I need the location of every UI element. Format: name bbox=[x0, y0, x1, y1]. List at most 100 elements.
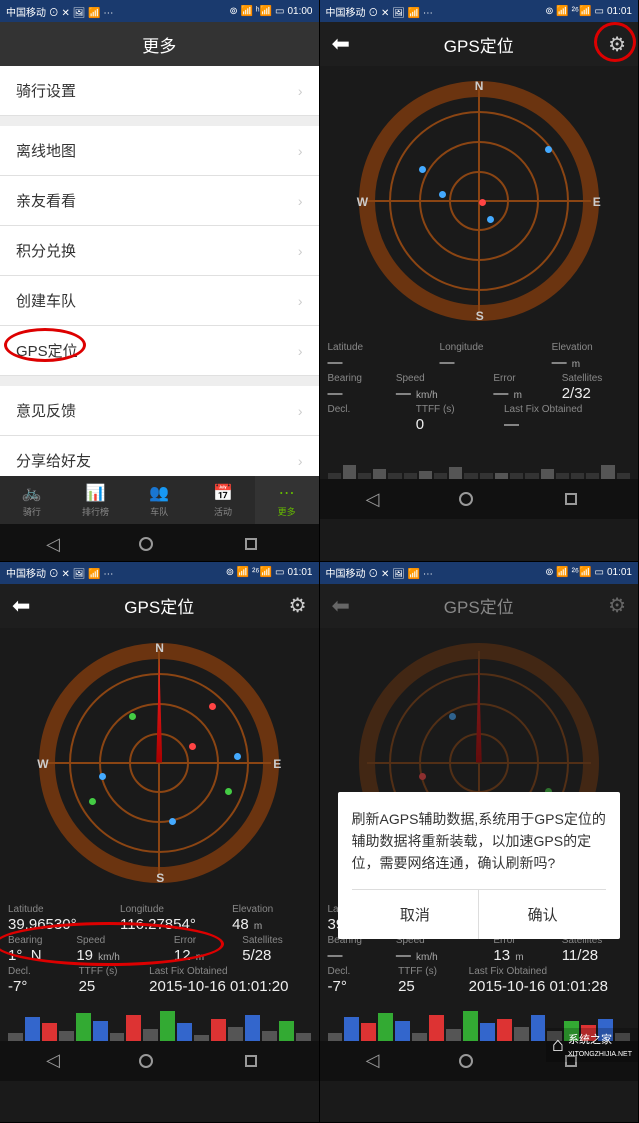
screen-gps-dialog: 中国移动 ⊙ ✕ 🖼 📶 ⋯ ⊚ 📶 ²⁶📶 ▭ 01:01 ⬅ GPS定位 ⚙… bbox=[320, 562, 639, 1123]
value-longitude: — bbox=[440, 354, 552, 371]
status-icons: ⊙ ✕ 🖼 📶 ⋯ bbox=[368, 8, 433, 19]
clock: 01:01 bbox=[607, 6, 632, 17]
value-speed: 19 bbox=[76, 947, 93, 964]
chevron-right-icon: › bbox=[298, 83, 303, 99]
nav-recent[interactable] bbox=[245, 538, 285, 550]
nav-back[interactable]: ◁ bbox=[353, 1050, 393, 1071]
dialog-text: 刷新AGPS辅助数据,系统用于GPS定位的辅助数据将重新装载，以加速GPS的定位… bbox=[352, 808, 607, 875]
tab-rank[interactable]: 📊 排行榜 bbox=[64, 476, 128, 524]
status-bar: 中国移动 ⊙ ✕ 🖼 📶 ⋯ ⊚ 📶 ²⁶📶 ▭ 01:01 bbox=[320, 562, 639, 584]
tab-team[interactable]: 👥车队 bbox=[127, 476, 191, 524]
battery-icon: ▭ bbox=[275, 567, 284, 578]
chevron-right-icon: › bbox=[298, 193, 303, 209]
tab-more[interactable]: ⋯更多 bbox=[255, 476, 319, 524]
unit: m bbox=[515, 952, 523, 963]
tab-ride[interactable]: 🚲骑行 bbox=[0, 476, 64, 524]
value-decl: -7° bbox=[328, 978, 399, 995]
compass-east: E bbox=[593, 195, 601, 209]
page-title: GPS定位 bbox=[444, 32, 514, 57]
divider bbox=[0, 116, 319, 126]
tab-events[interactable]: 📅 活动 bbox=[191, 476, 255, 524]
chevron-right-icon: › bbox=[298, 453, 303, 469]
unit: m bbox=[196, 952, 204, 963]
nav-home[interactable] bbox=[459, 492, 499, 506]
label-lastfix: Last Fix Obtained bbox=[149, 966, 310, 977]
back-arrow-icon[interactable]: ⬅ bbox=[332, 593, 350, 619]
value-error: — bbox=[493, 385, 508, 402]
confirm-dialog: 刷新AGPS辅助数据,系统用于GPS定位的辅助数据将重新装载，以加速GPS的定位… bbox=[338, 792, 621, 939]
nav-recent[interactable] bbox=[245, 1055, 285, 1067]
menu-item-offline-map[interactable]: 离线地图› bbox=[0, 126, 319, 176]
value-elevation: — bbox=[552, 354, 567, 371]
back-arrow-icon[interactable]: ⬅ bbox=[332, 31, 350, 57]
menu-item-create-team[interactable]: 创建车队› bbox=[0, 276, 319, 326]
nav-buttons: ◁ bbox=[0, 1041, 319, 1081]
menu-item-share[interactable]: 分享给好友 › bbox=[0, 436, 319, 476]
value-speed: — bbox=[396, 385, 411, 402]
chart-icon: 📊 bbox=[86, 483, 106, 503]
gear-icon[interactable]: ⚙ bbox=[608, 32, 626, 57]
nav-back[interactable]: ◁ bbox=[33, 1050, 73, 1071]
carrier: 中国移动 bbox=[6, 8, 46, 19]
menu-item-ride-settings[interactable]: 骑行设置 › bbox=[0, 66, 319, 116]
menu-item-feedback[interactable]: 意见反馈› bbox=[0, 386, 319, 436]
menu-item-gps[interactable]: GPS定位 › bbox=[0, 326, 319, 376]
unit: m bbox=[254, 921, 262, 932]
battery-icon: ▭ bbox=[595, 567, 604, 578]
chevron-right-icon: › bbox=[298, 403, 303, 419]
value-lastfix: 2015-10-16 01:01:20 bbox=[149, 978, 310, 995]
carrier: 中国移动 bbox=[326, 569, 366, 580]
label-satellites: Satellites bbox=[562, 373, 630, 384]
dots-icon: ⋯ bbox=[279, 483, 295, 503]
value-latitude: 39.96530° bbox=[8, 916, 120, 933]
label-speed: Speed bbox=[396, 373, 494, 384]
status-bar: 中国移动 ⊙ ✕ 🖼 📶 ⋯ ⊚ 📶 ²⁶📶 ▭ 01:01 bbox=[320, 0, 639, 22]
gear-icon[interactable]: ⚙ bbox=[608, 593, 626, 618]
compass-west: W bbox=[37, 757, 48, 771]
header: ⬅ GPS定位 ⚙ bbox=[320, 22, 639, 66]
status-bar: 中国移动 ⊙ ✕ 🖼 📶 ⋯ ⊚ 📶 ʰ📶 ▭ 01:00 bbox=[0, 0, 319, 22]
nav-home[interactable] bbox=[459, 1054, 499, 1068]
bike-icon: 🚲 bbox=[22, 483, 42, 503]
label-latitude: Latitude bbox=[328, 342, 440, 353]
nav-home[interactable] bbox=[139, 537, 179, 551]
cancel-button[interactable]: 取消 bbox=[352, 890, 479, 939]
tab-label: 活动 bbox=[214, 505, 232, 518]
value-bearing: N bbox=[31, 947, 42, 964]
label-ttff: TTFF (s) bbox=[398, 966, 469, 977]
nav-recent[interactable] bbox=[565, 493, 605, 505]
menu-item-friends[interactable]: 亲友看看› bbox=[0, 176, 319, 226]
compass: NSEW bbox=[0, 628, 319, 898]
back-arrow-icon[interactable]: ⬅ bbox=[12, 593, 30, 619]
menu-list[interactable]: 骑行设置 › 离线地图› 亲友看看› 积分兑换› 创建车队› GPS定位 › 意见反… bbox=[0, 66, 319, 476]
signal-bars bbox=[320, 441, 639, 479]
page-title: GPS定位 bbox=[124, 593, 194, 618]
screen-gps-located: 中国移动 ⊙ ✕ 🖼 📶 ⋯ ⊚ 📶 ²⁶📶 ▭ 01:01 ⬅ GPS定位 ⚙… bbox=[0, 562, 320, 1123]
menu-label: 骑行设置 bbox=[16, 80, 76, 101]
menu-label: 分享给好友 bbox=[16, 450, 91, 471]
value-satellites: 5/28 bbox=[242, 947, 310, 964]
label-ttff: TTFF (s) bbox=[416, 404, 504, 415]
chevron-right-icon: › bbox=[298, 343, 303, 359]
battery-icon: ▭ bbox=[595, 6, 604, 17]
screen-more: 中国移动 ⊙ ✕ 🖼 📶 ⋯ ⊚ 📶 ʰ📶 ▭ 01:00 更多 骑行设置› 离… bbox=[0, 0, 320, 562]
nav-back[interactable]: ◁ bbox=[353, 489, 393, 510]
label-longitude: Longitude bbox=[120, 904, 232, 915]
label-ttff: TTFF (s) bbox=[79, 966, 150, 977]
nav-home[interactable] bbox=[139, 1054, 179, 1068]
unit: m bbox=[514, 390, 522, 401]
label-lastfix: Last Fix Obtained bbox=[504, 404, 630, 415]
nav-back[interactable]: ◁ bbox=[33, 534, 73, 555]
label-error: Error bbox=[493, 373, 561, 384]
ok-button[interactable]: 确认 bbox=[478, 890, 606, 939]
value-latitude: — bbox=[328, 354, 440, 371]
header: ⬅ GPS定位 ⚙ bbox=[320, 584, 639, 628]
compass-east: E bbox=[273, 757, 281, 771]
gear-icon[interactable]: ⚙ bbox=[289, 593, 307, 618]
tab-label: 排行榜 bbox=[82, 505, 109, 518]
calendar-icon: 📅 bbox=[213, 483, 233, 503]
value-longitude: 116.27854° bbox=[120, 916, 232, 933]
menu-label: GPS定位 bbox=[16, 340, 78, 361]
menu-item-points[interactable]: 积分兑换› bbox=[0, 226, 319, 276]
unit: m bbox=[572, 359, 580, 370]
